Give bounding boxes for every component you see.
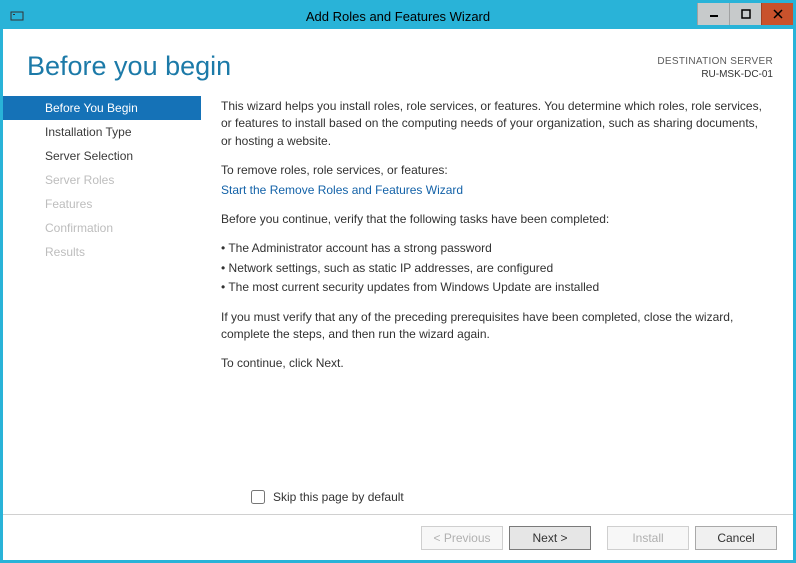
sidebar-item-label: Results	[45, 245, 85, 259]
sidebar-item-label: Confirmation	[45, 221, 113, 235]
sidebar-item-label: Server Roles	[45, 173, 114, 187]
sidebar-item-results: Results	[21, 240, 201, 264]
sidebar-item-before-you-begin[interactable]: Before You Begin	[3, 96, 201, 120]
maximize-button[interactable]	[729, 3, 761, 25]
close-wizard-text: If you must verify that any of the prece…	[221, 309, 771, 344]
continue-text: To continue, click Next.	[221, 355, 771, 372]
cancel-button[interactable]: Cancel	[695, 526, 777, 550]
sidebar-item-server-selection[interactable]: Server Selection	[21, 144, 201, 168]
install-button: Install	[607, 526, 689, 550]
footer: < Previous Next > Install Cancel	[3, 514, 793, 560]
sidebar-item-server-roles: Server Roles	[21, 168, 201, 192]
sidebar-item-features: Features	[21, 192, 201, 216]
sidebar: Before You Begin Installation Type Serve…	[3, 96, 201, 514]
sidebar-item-installation-type[interactable]: Installation Type	[21, 120, 201, 144]
destination-label: DESTINATION SERVER	[657, 55, 773, 68]
list-item: The Administrator account has a strong p…	[221, 240, 771, 257]
prereq-list: The Administrator account has a strong p…	[221, 240, 771, 296]
destination-server-block: DESTINATION SERVER RU-MSK-DC-01	[657, 55, 773, 81]
wizard-window: Add Roles and Features Wizard Before you…	[0, 0, 796, 563]
header: Before you begin DESTINATION SERVER RU-M…	[3, 29, 793, 82]
intro-text: This wizard helps you install roles, rol…	[221, 98, 771, 150]
sidebar-item-label: Server Selection	[45, 149, 133, 163]
verify-line: Before you continue, verify that the fol…	[221, 211, 771, 228]
sidebar-item-confirmation: Confirmation	[21, 216, 201, 240]
previous-button: < Previous	[421, 526, 503, 550]
sidebar-item-label: Features	[45, 197, 92, 211]
skip-checkbox[interactable]	[251, 490, 265, 504]
skip-label: Skip this page by default	[273, 489, 404, 506]
window-title: Add Roles and Features Wizard	[3, 9, 793, 24]
sidebar-item-label: Before You Begin	[45, 101, 138, 115]
server-manager-icon	[9, 8, 25, 24]
next-button[interactable]: Next >	[509, 526, 591, 550]
titlebar: Add Roles and Features Wizard	[3, 3, 793, 29]
body: Before You Begin Installation Type Serve…	[3, 82, 793, 514]
list-item: Network settings, such as static IP addr…	[221, 260, 771, 277]
minimize-button[interactable]	[697, 3, 729, 25]
list-item: The most current security updates from W…	[221, 279, 771, 296]
page-title: Before you begin	[27, 51, 231, 82]
remove-line: To remove roles, role services, or featu…	[221, 162, 771, 179]
window-controls	[697, 3, 793, 29]
close-button[interactable]	[761, 3, 793, 25]
content-pane: This wizard helps you install roles, rol…	[201, 96, 793, 514]
remove-wizard-link[interactable]: Start the Remove Roles and Features Wiza…	[221, 183, 463, 197]
sidebar-item-label: Installation Type	[45, 125, 132, 139]
skip-checkbox-row[interactable]: Skip this page by default	[251, 489, 404, 506]
destination-name: RU-MSK-DC-01	[657, 68, 773, 81]
